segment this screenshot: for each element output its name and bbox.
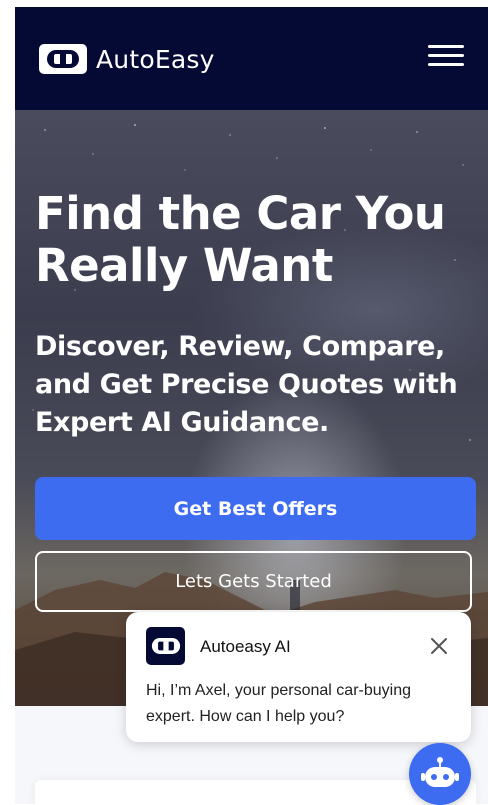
- chatbot-avatar: [146, 627, 185, 665]
- hero-subtitle: Discover, Review, Compare, and Get Preci…: [35, 331, 458, 438]
- chat-title: Autoeasy AI: [200, 637, 291, 656]
- get-best-offers-button[interactable]: Get Best Offers: [35, 477, 476, 540]
- brand-name: AutoEasy: [96, 44, 215, 74]
- car-icon: [39, 44, 87, 74]
- chatbot-icon: [421, 757, 459, 787]
- brand-logo[interactable]: AutoEasy: [39, 44, 215, 74]
- hamburger-menu-icon[interactable]: [428, 43, 466, 69]
- car-icon: [151, 638, 180, 654]
- chatbot-launcher-button[interactable]: [409, 743, 471, 805]
- hero-title: Find the Car You Really Want: [35, 187, 446, 292]
- lets-get-started-button[interactable]: Lets Gets Started: [35, 551, 472, 612]
- chat-message: Hi, I’m Axel, your personal car-buying e…: [146, 682, 411, 725]
- close-icon[interactable]: [430, 637, 448, 655]
- chat-popup: Autoeasy AI Hi, I’m Axel, your personal …: [126, 612, 471, 742]
- navbar: AutoEasy: [15, 7, 488, 110]
